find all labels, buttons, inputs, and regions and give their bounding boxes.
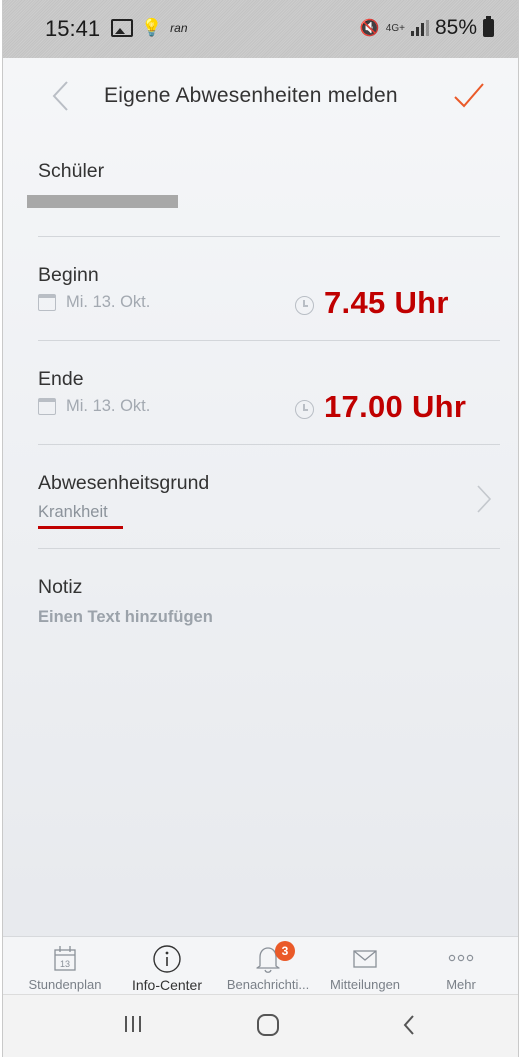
chevron-right-icon (477, 485, 492, 513)
nav-label: Benachrichti... (226, 977, 310, 992)
add-note-link[interactable]: Einen Text hinzufügen (38, 608, 213, 627)
carrier-label: ran (170, 21, 188, 35)
battery-percent: 85% (434, 16, 477, 39)
home-icon[interactable] (256, 1013, 280, 1037)
note-section[interactable]: Notiz Einen Text hinzufügen (38, 576, 500, 646)
clock-icon (295, 296, 314, 315)
status-system-icons: 🔇 4G+ 85% (360, 16, 494, 40)
mute-icon: 🔇 (359, 20, 380, 37)
begin-date-text: Mi. 13. Okt. (66, 293, 151, 311)
notification-badge: 3 (275, 941, 295, 961)
reason-value: Krankheit (38, 503, 108, 521)
back-icon[interactable] (401, 1013, 417, 1037)
nav-info-center[interactable]: Info-Center (117, 937, 217, 995)
lightbulb-icon: 💡 (141, 18, 163, 37)
reason-underline (38, 526, 123, 529)
begin-date[interactable]: Mi. 13. Okt. (38, 293, 150, 312)
system-navigation-bar (3, 994, 518, 1057)
network-type: 4G+ (385, 22, 405, 34)
gallery-icon (111, 19, 133, 37)
bottom-navigation: 13 Stundenplan Info-Center 3 Benachricht… (3, 936, 518, 995)
reason-section[interactable]: Abwesenheitsgrund Krankheit (38, 472, 500, 542)
end-date-text: Mi. 13. Okt. (66, 397, 151, 415)
mail-icon (353, 950, 377, 968)
back-chevron-icon[interactable] (45, 76, 77, 116)
end-date[interactable]: Mi. 13. Okt. (38, 397, 150, 416)
divider (38, 236, 500, 237)
begin-section[interactable]: Beginn Mi. 13. Okt. 7.45 Uhr (38, 264, 500, 334)
student-section: Schüler (27, 160, 500, 230)
student-label: Schüler (38, 160, 105, 182)
calendar-icon-day: 13 (60, 959, 70, 969)
battery-icon (483, 16, 494, 37)
more-icon (448, 954, 474, 962)
reason-label: Abwesenheitsgrund (38, 472, 210, 494)
calendar-icon (38, 294, 56, 311)
status-bar: 15:41 💡 ran 🔇 4G+ 85% (3, 0, 518, 58)
calendar-icon (38, 398, 56, 415)
recent-apps-icon[interactable] (123, 1013, 143, 1035)
nav-stundenplan[interactable]: 13 Stundenplan (15, 937, 115, 995)
begin-time[interactable]: 7.45 Uhr (324, 285, 449, 321)
begin-label: Beginn (38, 264, 99, 286)
status-notification-icons: 💡 ran (111, 18, 188, 38)
end-time[interactable]: 17.00 Uhr (324, 389, 466, 425)
divider (38, 340, 500, 341)
student-name-redacted (27, 195, 178, 208)
confirm-check-icon[interactable] (449, 76, 489, 116)
end-section[interactable]: Ende Mi. 13. Okt. 17.00 Uhr (38, 368, 500, 438)
nav-label: Info-Center (131, 977, 203, 993)
info-icon (153, 945, 181, 973)
signal-icon (410, 20, 429, 36)
end-label: Ende (38, 368, 84, 390)
clock-icon (295, 400, 314, 419)
calendar-icon: 13 (54, 946, 76, 971)
nav-mitteilungen[interactable]: Mitteilungen (315, 937, 415, 995)
nav-mehr[interactable]: Mehr (411, 937, 511, 995)
app-header: Eigene Abwesenheiten melden (3, 58, 518, 132)
divider (38, 548, 500, 549)
nav-label: Mitteilungen (329, 977, 401, 992)
nav-benachrichtigungen[interactable]: 3 Benachrichti... (218, 937, 318, 995)
app-frame: 15:41 💡 ran 🔇 4G+ 85% Eigene Abwesenheit… (2, 0, 519, 1057)
note-label: Notiz (38, 576, 83, 598)
page-title: Eigene Abwesenheiten melden (104, 84, 398, 107)
nav-label: Mehr (446, 977, 476, 992)
status-time: 15:41 (45, 16, 101, 41)
divider (38, 444, 500, 445)
nav-label: Stundenplan (28, 977, 102, 992)
